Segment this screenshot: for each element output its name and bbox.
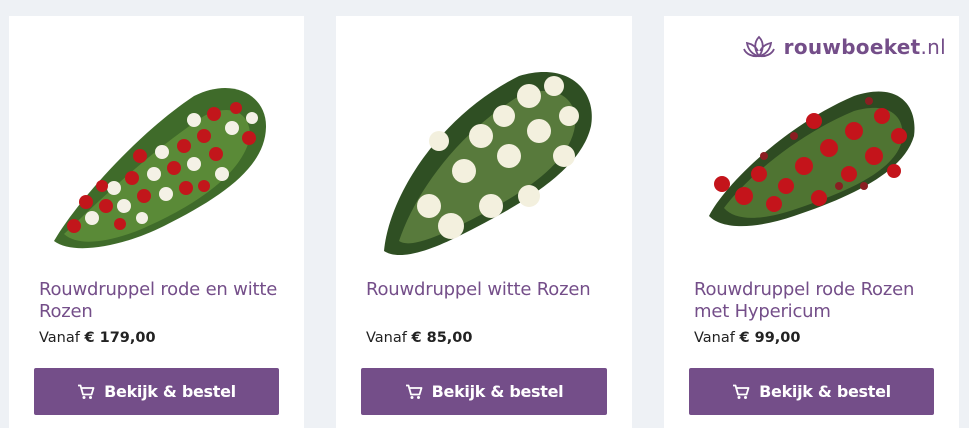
product-card[interactable]: Rouwdruppel witte Rozen Vanaf € 85,00 Be… bbox=[336, 16, 632, 428]
price-prefix: Vanaf bbox=[366, 330, 407, 346]
product-price: Vanaf € 179,00 bbox=[39, 329, 156, 347]
price-prefix: Vanaf bbox=[694, 330, 735, 346]
view-and-order-button[interactable]: Bekijk & bestel bbox=[689, 368, 934, 415]
product-card[interactable]: Rouwdruppel rode en witte Rozen Vanaf € … bbox=[9, 16, 304, 428]
cart-icon bbox=[732, 384, 750, 400]
product-price: Vanaf € 85,00 bbox=[366, 329, 472, 347]
price-amount: € 99,00 bbox=[739, 330, 801, 346]
product-card[interactable]: rouwboeket.nl Rouwdruppel rode Rozen met… bbox=[664, 16, 959, 428]
red-roses-hypericum-image bbox=[709, 91, 915, 227]
red-and-white-roses-image bbox=[54, 87, 266, 249]
view-and-order-button[interactable]: Bekijk & bestel bbox=[361, 368, 607, 415]
cart-icon bbox=[77, 384, 95, 400]
white-roses-image bbox=[384, 72, 592, 256]
product-title[interactable]: Rouwdruppel rode Rozen met Hypericum bbox=[694, 279, 939, 323]
cart-icon bbox=[405, 384, 423, 400]
product-price: Vanaf € 99,00 bbox=[694, 329, 800, 347]
product-image[interactable] bbox=[9, 36, 304, 276]
product-title[interactable]: Rouwdruppel witte Rozen bbox=[366, 279, 612, 301]
button-label: Bekijk & bestel bbox=[431, 382, 564, 401]
product-image[interactable] bbox=[336, 36, 632, 276]
price-prefix: Vanaf bbox=[39, 330, 80, 346]
button-label: Bekijk & bestel bbox=[759, 382, 891, 401]
price-amount: € 179,00 bbox=[84, 330, 156, 346]
button-label: Bekijk & bestel bbox=[104, 382, 236, 401]
view-and-order-button[interactable]: Bekijk & bestel bbox=[34, 368, 279, 415]
product-image[interactable] bbox=[664, 36, 959, 276]
product-title[interactable]: Rouwdruppel rode en witte Rozen bbox=[39, 279, 284, 323]
price-amount: € 85,00 bbox=[411, 330, 473, 346]
